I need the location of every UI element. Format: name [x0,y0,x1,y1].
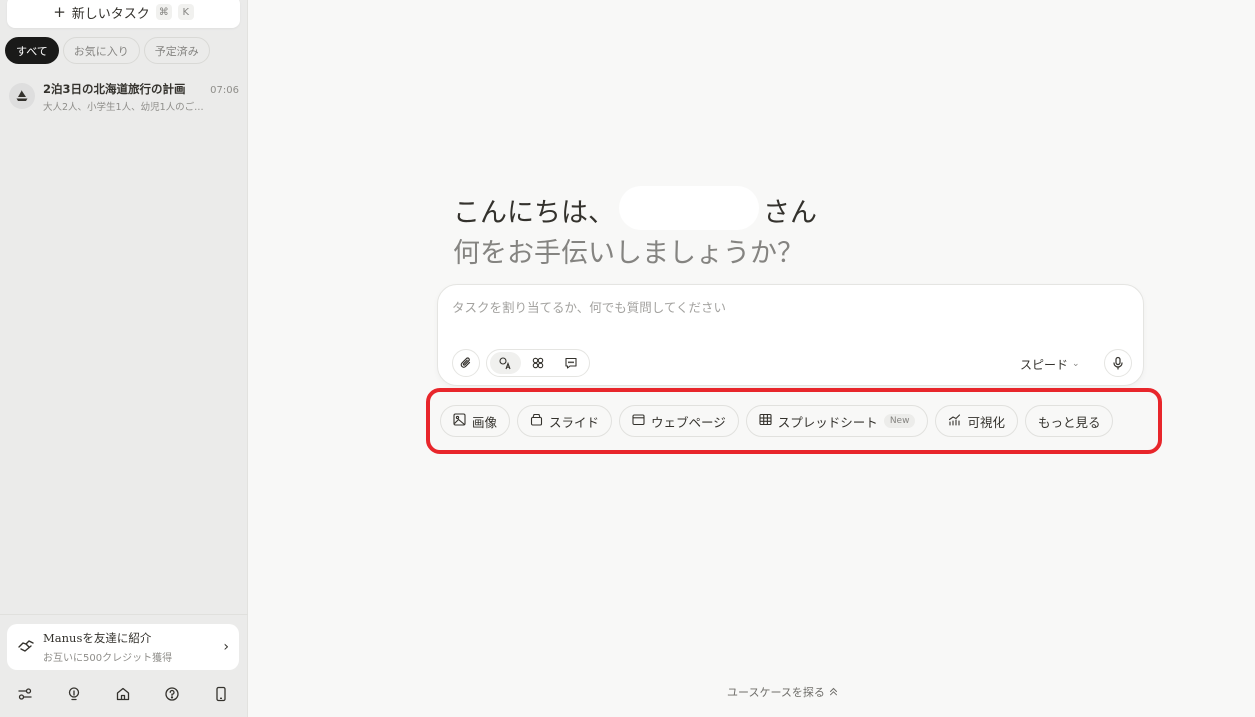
sidebar-divider [0,614,248,615]
explore-label: ユースケースを探る [727,686,825,699]
lightbulb-icon[interactable] [63,683,85,705]
sidebar: + 新しいタスク ⌘ K すべて お気に入り 予定済み 2泊3日の北海道旅行の計… [0,0,248,717]
referral-subtitle: お互いに500クレジット獲得 [43,653,173,664]
agent-mode-icon[interactable] [523,352,554,374]
greeting: こんにちは、 さん 何をお手伝いしましょうか？ [453,186,817,272]
quick-action-label: スプレッドシート [777,414,878,430]
mode-selector [486,349,590,377]
task-list-item[interactable]: 2泊3日の北海道旅行の計画 07:06 大人2人、小学生1人、幼児1人のご… [5,78,243,114]
help-icon[interactable] [161,683,183,705]
speed-label: スピード [1020,357,1069,372]
task-input-box: スピード ⌄ [437,284,1144,386]
handshake-icon [17,636,35,658]
quick-action-label: スライド [549,414,600,430]
filter-scheduled[interactable]: 予定済み [143,37,210,64]
referral-card[interactable]: Manusを友達に紹介 お互いに500クレジット獲得 › [7,624,239,670]
new-badge: New [883,414,916,428]
new-task-button[interactable]: + 新しいタスク ⌘ K [7,0,240,28]
explore-use-cases-link[interactable]: ユースケースを探る [727,684,838,700]
chevron-right-icon: › [223,639,229,655]
redacted-username [619,186,759,230]
chevrons-up-icon [829,686,838,699]
filter-favorites[interactable]: お気に入り [62,37,140,64]
task-title: 2泊3日の北海道旅行の計画 [43,82,186,96]
slides-icon [530,413,543,429]
chart-icon [948,413,961,429]
referral-title: Manusを友達に紹介 [43,631,152,645]
greeting-question: 何をお手伝いしましょうか？ [453,238,804,269]
task-subtitle: 大人2人、小学生1人、幼児1人のご… [43,102,204,113]
quick-action-label: ウェブページ [651,414,726,430]
task-input[interactable] [452,297,1112,321]
filter-all[interactable]: すべて [5,37,59,64]
mobile-icon[interactable] [210,683,232,705]
sidebar-bottom-toolbar [8,682,238,706]
translate-mode-icon[interactable] [490,352,521,374]
chevron-down-icon: ⌄ [1072,359,1080,369]
quick-action-row: 画像 スライド ウェブページ スプレッドシート New 可視化 もっと見る [440,405,1114,437]
webpage-icon [632,413,645,429]
greeting-prefix: こんにちは、 [453,197,615,229]
chat-mode-icon[interactable] [555,352,586,374]
quick-action-label: 可視化 [967,414,1005,430]
shortcut-key-cmd: ⌘ [155,4,172,20]
speed-dropdown[interactable]: スピード ⌄ [1020,353,1080,375]
new-task-label: 新しいタスク [71,6,150,22]
greeting-suffix: さん [763,197,817,229]
task-time: 07:06 [210,85,239,96]
image-icon [453,413,466,429]
quick-action-label: 画像 [472,414,498,430]
home-icon[interactable] [112,683,134,705]
task-filter-group: すべて お気に入り 予定済み [5,37,210,64]
paperclip-icon[interactable] [452,349,480,377]
microphone-icon[interactable] [1104,349,1132,377]
main-panel: こんにちは、 さん 何をお手伝いしましょうか？ タスクを割り当てるか、何でも質問… [249,0,1255,717]
quick-action-more[interactable]: もっと見る [1024,405,1114,437]
quick-action-image[interactable]: 画像 [440,405,511,437]
shortcut-key-k: K [177,4,194,20]
quick-action-visualize[interactable]: 可視化 [935,405,1018,437]
spreadsheet-icon [759,413,772,429]
quick-action-slides[interactable]: スライド [517,405,613,437]
plus-icon: + [53,2,66,21]
quick-action-label: もっと見る [1037,414,1101,430]
settings-icon[interactable] [14,683,36,705]
boat-icon [9,83,35,109]
quick-action-webpage[interactable]: ウェブページ [619,405,739,437]
quick-action-spreadsheet[interactable]: スプレッドシート New [745,405,929,437]
